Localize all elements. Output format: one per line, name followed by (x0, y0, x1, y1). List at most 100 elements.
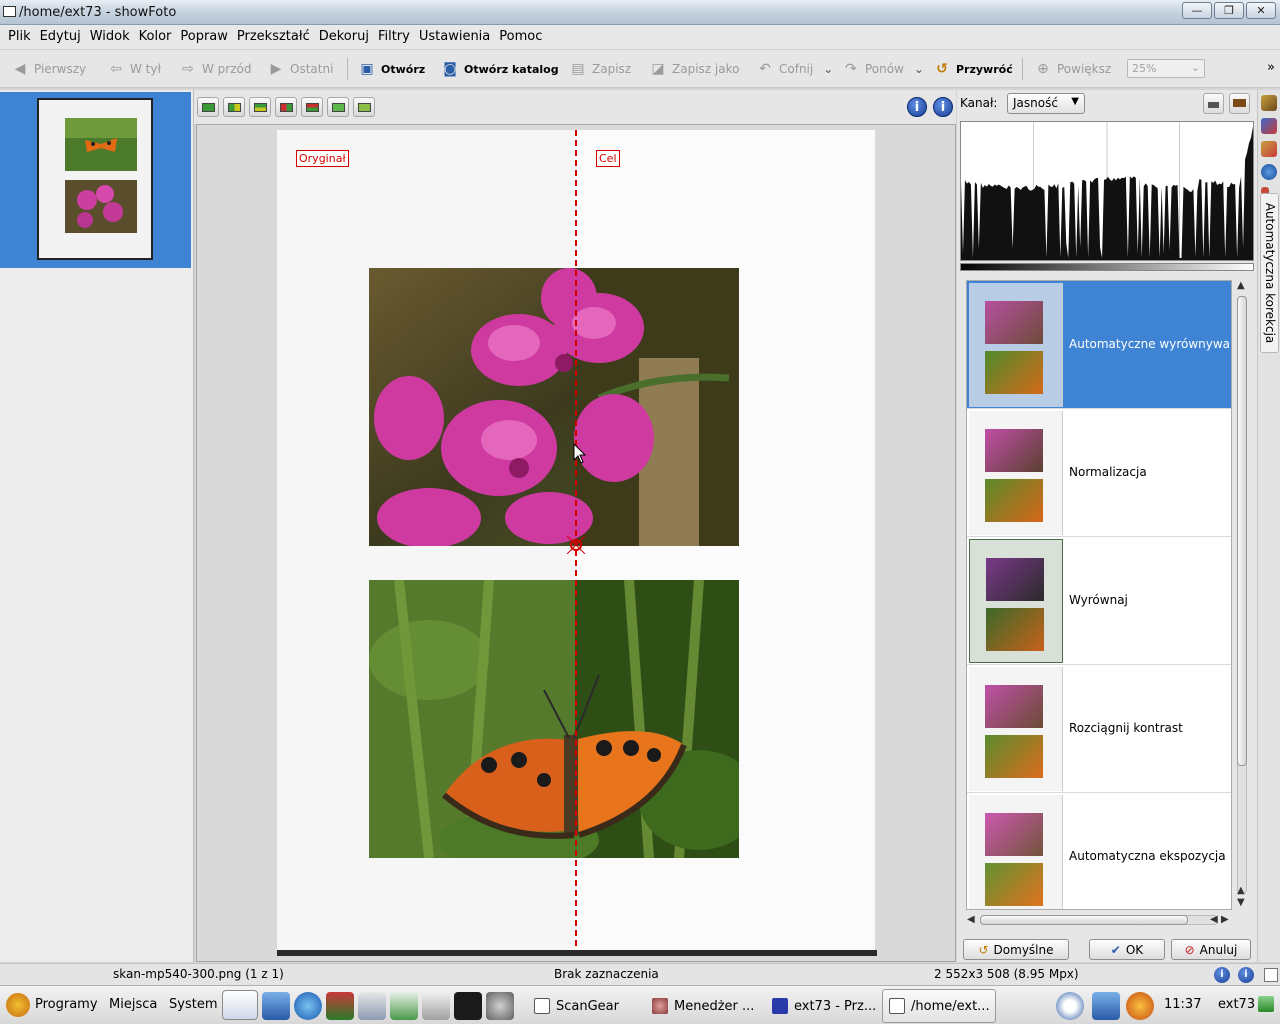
scroll-left-icon[interactable]: ◀ (967, 914, 975, 925)
menu-enhance[interactable]: Popraw (176, 25, 233, 49)
zoom-button[interactable]: ⊕ Powiększ (1033, 58, 1111, 80)
first-button[interactable]: ◀ Pierwszy (10, 58, 86, 80)
colors-tab-icon[interactable] (1261, 141, 1277, 157)
correction-item-auto-levels[interactable]: Automatyczne wyrównywanie (967, 281, 1231, 409)
taskbar-window-scangear[interactable]: ScanGear (528, 989, 638, 1023)
tab-auto-correction[interactable]: Automatyczna korekcja (1260, 193, 1279, 353)
window-icon[interactable] (3, 6, 16, 17)
preview-mouse-button[interactable] (353, 97, 375, 117)
correction-item-auto-exposure[interactable]: Automatyczna ekspozycja (967, 793, 1231, 909)
preview-target-button[interactable] (327, 97, 349, 117)
menu-help[interactable]: Pomoc (495, 25, 547, 49)
redo-button[interactable]: ↷ Ponów ⌄ (841, 58, 924, 80)
preview-split-vertical-button[interactable] (223, 97, 245, 117)
correction-list-vertical-scrollbar[interactable]: ▲ ▲ ▼ (1234, 280, 1250, 910)
cancel-button[interactable]: ⊘ Anuluj (1171, 939, 1251, 960)
forward-button[interactable]: ⇨ W przód (178, 58, 251, 80)
scan-tool-launcher-icon[interactable] (358, 992, 386, 1020)
save-as-label: Zapisz jako (672, 62, 740, 76)
minimize-button[interactable]: — (1182, 2, 1212, 19)
butterfly-mini-icon (65, 118, 137, 171)
user-name[interactable]: ext73 (1218, 997, 1255, 1012)
photo-launcher-icon[interactable] (326, 992, 354, 1020)
preview-split-duplicate-h-button[interactable] (301, 97, 323, 117)
disc-launcher-icon[interactable] (422, 992, 450, 1020)
menu-color[interactable]: Kolor (135, 25, 177, 49)
forward-arrow-icon: ⇨ (182, 61, 194, 77)
menu-places[interactable]: Miejsca (109, 997, 157, 1012)
gear-launcher-icon[interactable] (486, 992, 514, 1020)
close-button[interactable]: ✕ (1246, 2, 1276, 19)
maximize-button[interactable]: ❐ (1214, 2, 1244, 19)
toolbar-overflow-icon[interactable]: » (1267, 60, 1275, 75)
menu-transform[interactable]: Przekształć (233, 25, 315, 49)
pencil-tab-icon[interactable] (1261, 95, 1277, 111)
menu-system[interactable]: System (169, 997, 217, 1012)
menu-decorate[interactable]: Dekoruj (315, 25, 374, 49)
tray-notes-icon[interactable] (1092, 992, 1120, 1020)
taskbar-window-showfoto[interactable]: /home/ext... (882, 989, 996, 1023)
undo-dropdown-icon[interactable]: ⌄ (823, 62, 833, 76)
thumbnail-item[interactable] (0, 92, 191, 268)
settings-launcher-icon[interactable] (390, 992, 418, 1020)
clock[interactable]: 11:37 (1164, 997, 1201, 1012)
save-as-button[interactable]: ◪ Zapisz jako (648, 58, 739, 80)
undo-button[interactable]: ↶ Cofnij ⌄ (755, 58, 833, 80)
taskbar-window-manager[interactable]: Menedżer ... (646, 989, 760, 1023)
menu-filters[interactable]: Filtry (374, 25, 415, 49)
overexposure-info-icon[interactable]: i (933, 97, 953, 117)
channel-select[interactable]: Jasność ▼ (1007, 93, 1085, 114)
redo-dropdown-icon[interactable]: ⌄ (914, 62, 924, 76)
log-scale-button[interactable] (1229, 93, 1250, 114)
scroll-down-icon[interactable]: ▼ (1237, 897, 1245, 908)
menu-file[interactable]: Plik (4, 25, 36, 49)
monitor-launcher-icon[interactable] (262, 992, 290, 1020)
thumbnail-panel (0, 90, 194, 962)
scrollbar-thumb[interactable] (1237, 296, 1247, 766)
open-button[interactable]: ▣ Otwórz (357, 58, 425, 80)
overexposure-status-icon[interactable]: i (1238, 967, 1254, 983)
scroll-up-icon[interactable]: ▲ (1237, 280, 1245, 291)
info-tab-icon[interactable] (1261, 118, 1277, 134)
revert-button[interactable]: ↺ Przywróć (932, 58, 1013, 80)
browser-launcher-icon[interactable] (294, 992, 322, 1020)
scroll-right-icon[interactable]: ▶ (1221, 914, 1229, 925)
correction-item-equalize[interactable]: Wyrównaj (967, 537, 1231, 665)
globe-tab-icon[interactable] (1261, 164, 1277, 180)
zoom-select[interactable]: 25% ⌄ (1127, 59, 1205, 78)
underexposure-info-icon[interactable]: i (907, 97, 927, 117)
last-button[interactable]: ▶ Ostatni (266, 58, 334, 80)
taskbar-window-ext73[interactable]: ext73 - Prz... (766, 989, 878, 1023)
back-label: W tył (130, 62, 161, 76)
duplicate-vertical-icon (279, 102, 293, 112)
tray-network-icon[interactable] (1056, 992, 1084, 1020)
defaults-button[interactable]: ↺ Domyślne (963, 939, 1069, 960)
linear-scale-button[interactable] (1203, 93, 1224, 114)
scroll-left-icon[interactable]: ◀ (1210, 914, 1218, 925)
menu-programs[interactable]: Programy (35, 997, 98, 1012)
correction-item-stretch-contrast[interactable]: Rozciągnij kontrast (967, 665, 1231, 793)
preview-split-horizontal-button[interactable] (249, 97, 271, 117)
fullscreen-icon[interactable] (1264, 968, 1278, 982)
tray-update-icon[interactable] (1126, 992, 1154, 1020)
ok-button[interactable]: ✔ OK (1089, 939, 1165, 960)
menu-view[interactable]: Widok (86, 25, 135, 49)
open-folder-button[interactable]: ◙ Otwórz katalog (440, 58, 558, 80)
tray-status-icon[interactable] (1258, 996, 1274, 1012)
scrollbar-thumb[interactable] (980, 915, 1188, 925)
correction-list-horizontal-scrollbar[interactable]: ◀ ◀ ▶ (966, 912, 1232, 928)
preview-split-duplicate-v-button[interactable] (275, 97, 297, 117)
save-button[interactable]: ▤ Zapisz (568, 58, 631, 80)
correction-item-normalize[interactable]: Normalizacja (967, 409, 1231, 537)
menu-edit[interactable]: Edytuj (36, 25, 86, 49)
menu-settings[interactable]: Ustawienia (415, 25, 495, 49)
preview-original-button[interactable] (197, 97, 219, 117)
back-arrow-icon: ⇦ (110, 61, 122, 77)
underexposure-status-icon[interactable]: i (1214, 967, 1230, 983)
back-button[interactable]: ⇦ W tył (106, 58, 161, 80)
preview-canvas[interactable]: Oryginał Cel (196, 124, 956, 962)
start-menu-icon[interactable] (6, 993, 30, 1017)
system-monitor-launcher-icon[interactable] (454, 992, 482, 1020)
scroll-up-icon[interactable]: ▲ (1237, 885, 1245, 896)
scanner-launcher-icon[interactable] (222, 990, 258, 1020)
